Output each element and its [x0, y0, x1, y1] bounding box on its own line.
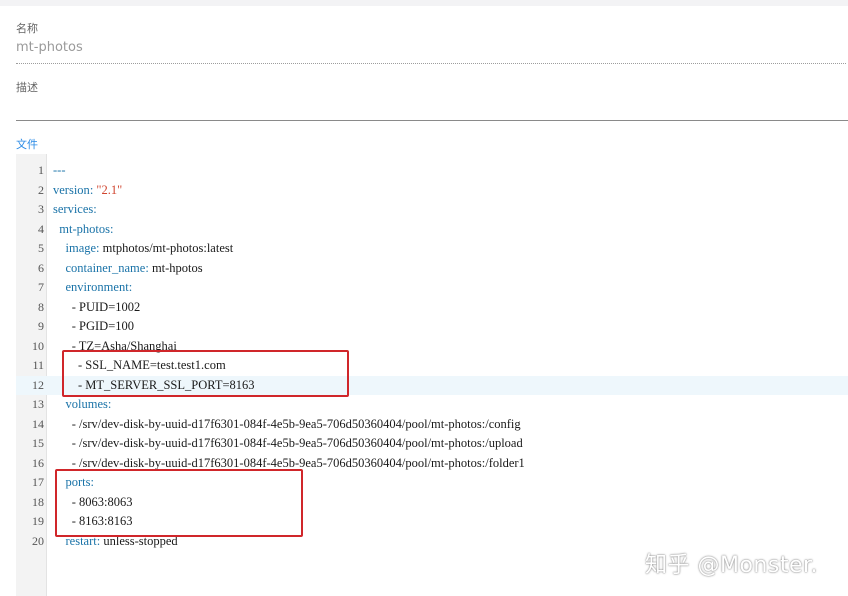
code-text: --- [53, 161, 66, 181]
line-number: 17 [32, 475, 44, 489]
code-text: environment: [53, 278, 133, 298]
code-separator: : [107, 397, 112, 411]
description-input[interactable] [16, 96, 848, 121]
code-text: version: "2.1" [53, 181, 122, 201]
code-line[interactable]: 2 version: "2.1" [16, 181, 848, 201]
code-text: mt-photos: [53, 220, 113, 240]
code-line[interactable]: 3 services: [16, 200, 848, 220]
line-number: 7 [38, 280, 44, 294]
line-number: 6 [38, 260, 44, 275]
line-number: 18 [32, 494, 44, 509]
code-value: - /srv/dev-disk-by-uuid-d17f6301-084f-4e… [71, 436, 523, 450]
code-line[interactable]: 6 container_name: mt-hpotos [16, 259, 848, 279]
code-separator: : [109, 221, 114, 236]
code-key: environment [65, 280, 129, 294]
code-separator: : [128, 280, 133, 294]
line-number: 13 [32, 397, 44, 411]
line-number: 14 [32, 416, 44, 431]
highlight-box-ssl-env [62, 350, 349, 397]
code-value: "2.1" [96, 182, 123, 197]
line-number: 11 [32, 358, 44, 372]
code-line[interactable]: 5 image: mtphotos/mt-photos:latest [16, 239, 848, 259]
line-number: 10 [32, 338, 44, 353]
line-number: 3 [38, 202, 44, 216]
top-strip [0, 0, 848, 6]
code-separator: : [145, 260, 152, 275]
code-separator: : [96, 241, 103, 255]
code-key: version [53, 182, 90, 197]
code-value: - /srv/dev-disk-by-uuid-d17f6301-084f-4e… [71, 416, 521, 431]
code-value: mtphotos/mt-photos:latest [102, 241, 234, 255]
code-text: - PUID=1002 [53, 298, 141, 318]
code-line[interactable]: 13 volumes: [16, 395, 848, 415]
line-number: 15 [32, 436, 44, 450]
code-key: mt-photos [59, 221, 110, 236]
code-text: services: [53, 200, 97, 220]
code-text: - /srv/dev-disk-by-uuid-d17f6301-084f-4e… [53, 415, 521, 435]
line-number: 4 [38, 221, 44, 236]
code-line[interactable]: 1 --- [16, 161, 848, 181]
code-line[interactable]: 8 - PUID=1002 [16, 298, 848, 318]
code-value: - PUID=1002 [71, 299, 141, 314]
code-value: - /srv/dev-disk-by-uuid-d17f6301-084f-4e… [71, 455, 525, 470]
line-number: 1 [38, 163, 44, 177]
line-number: 19 [32, 514, 44, 528]
description-label: 描述 [16, 81, 38, 94]
code-key: --- [53, 163, 66, 177]
code-value: - PGID=100 [71, 319, 135, 333]
file-label: 文件 [16, 138, 38, 151]
highlight-box-ports [55, 469, 303, 537]
code-text: container_name: mt-hpotos [53, 259, 203, 279]
code-text: volumes: [53, 395, 112, 415]
code-key: volumes [65, 397, 108, 411]
code-key: container_name [65, 260, 146, 275]
code-key: services [53, 202, 94, 216]
name-label: 名称 [16, 22, 38, 35]
code-text: image: mtphotos/mt-photos:latest [53, 239, 234, 259]
code-separator: : [93, 202, 97, 216]
line-number: 2 [38, 182, 44, 197]
code-line[interactable]: 15 - /srv/dev-disk-by-uuid-d17f6301-084f… [16, 434, 848, 454]
line-number: 16 [32, 455, 44, 470]
name-input[interactable]: mt-photos [16, 38, 846, 64]
code-line[interactable]: 7 environment: [16, 278, 848, 298]
code-line[interactable]: 9 - PGID=100 [16, 317, 848, 337]
code-key: image [65, 241, 97, 255]
line-number: 12 [32, 377, 44, 392]
code-text: - PGID=100 [53, 317, 134, 337]
code-value: mt-hpotos [151, 260, 203, 275]
line-number: 5 [38, 241, 44, 255]
code-line[interactable]: 4 mt-photos: [16, 220, 848, 240]
line-number: 8 [38, 299, 44, 314]
line-number: 9 [38, 319, 44, 333]
watermark: 知乎 @Monster. [645, 553, 819, 578]
code-text: - /srv/dev-disk-by-uuid-d17f6301-084f-4e… [53, 434, 523, 454]
code-line[interactable]: 14 - /srv/dev-disk-by-uuid-d17f6301-084f… [16, 415, 848, 435]
line-number: 20 [32, 533, 44, 548]
